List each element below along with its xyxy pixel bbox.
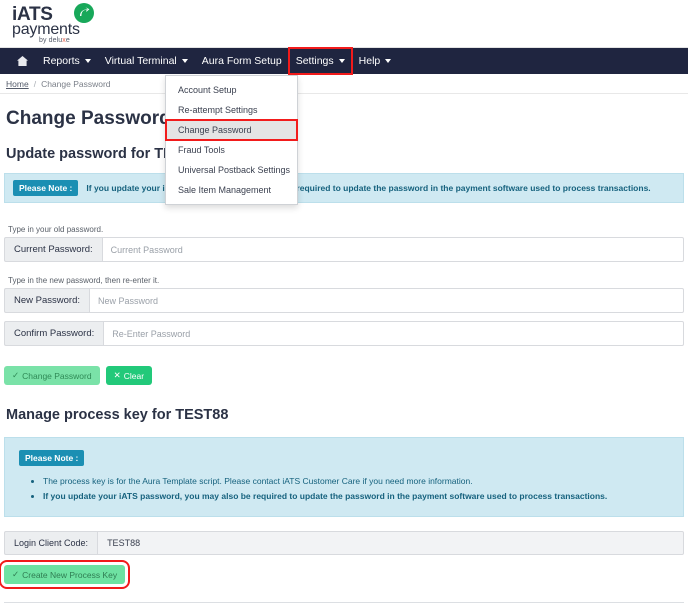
nav-item-settings[interactable]: Settings <box>287 47 353 75</box>
update-password-heading: Update password for TEST88 <box>6 146 208 162</box>
menu-item-fraud-tools[interactable]: Fraud Tools <box>166 140 297 160</box>
label-confirm-password: Confirm Password: <box>4 321 104 346</box>
logo-text-payments: payments <box>12 21 80 38</box>
chevron-down-icon <box>181 59 188 63</box>
field-confirm-password: Confirm Password: Re-Enter Password * <box>4 321 684 346</box>
clear-button-label: Clear <box>123 370 145 381</box>
change-password-form: Type in your old password. Current Passw… <box>0 225 688 346</box>
settings-dropdown-menu: Account Setup Re-attempt Settings Change… <box>165 75 298 205</box>
nav-label-aura-form-setup: Aura Form Setup <box>201 55 282 67</box>
process-key-note-list: The process key is for the Aura Template… <box>15 474 673 504</box>
label-current-password: Current Password: <box>4 237 102 262</box>
breadcrumb-home-link[interactable]: Home <box>6 79 29 89</box>
footer-divider <box>4 602 684 603</box>
logo-deluxe-pre: by delu <box>39 37 63 44</box>
input-confirm-password[interactable]: Re-Enter Password <box>103 321 684 346</box>
label-new-password: New Password: <box>4 288 89 313</box>
nav-item-help[interactable]: Help <box>352 48 399 74</box>
list-item: The process key is for the Aura Template… <box>43 474 673 489</box>
breadcrumb-separator: / <box>33 78 37 89</box>
nav-item-aura-form-setup[interactable]: Aura Form Setup <box>195 48 289 74</box>
menu-item-sale-item-management[interactable]: Sale Item Management <box>166 180 297 200</box>
menu-item-account-setup[interactable]: Account Setup <box>166 80 297 100</box>
iats-logo[interactable]: iATS payments by deluxe <box>12 3 132 45</box>
page-root: iATS payments by deluxe Reports Virtual … <box>0 0 688 611</box>
nav-item-reports[interactable]: Reports <box>36 48 98 74</box>
hint-old-password: Type in your old password. <box>8 225 104 234</box>
nav-item-virtual-terminal[interactable]: Virtual Terminal <box>98 48 195 74</box>
breadcrumb-current: Change Password <box>41 78 111 89</box>
check-icon: ✓ <box>12 569 20 579</box>
logo-arrow-icon <box>74 3 94 23</box>
update-password-note-banner: Please Note : If you update your iATS pa… <box>4 173 684 203</box>
field-new-password: New Password: New Password * <box>4 288 684 313</box>
list-item: If you update your iATS password, you ma… <box>43 489 673 504</box>
process-key-heading: Manage process key for TEST88 <box>6 407 229 423</box>
label-login-client-code: Login Client Code: <box>4 531 98 555</box>
clear-button[interactable]: ✕ Clear <box>105 366 153 385</box>
hint-new-password: Type in the new password, then re-enter … <box>8 276 160 285</box>
main-navbar: Reports Virtual Terminal Aura Form Setup… <box>0 47 688 75</box>
process-key-button-row: ✓ Create New Process Key <box>0 555 688 589</box>
value-login-client-code: TEST88 <box>97 531 684 555</box>
input-new-password[interactable]: New Password <box>89 288 684 313</box>
chevron-down-icon <box>385 59 392 63</box>
menu-item-universal-postback-settings[interactable]: Universal Postback Settings <box>166 160 297 180</box>
form-button-row: ✓ Change Password ✕ Clear <box>0 354 688 385</box>
field-current-password: Current Password: Current Password * <box>4 237 684 262</box>
change-password-button[interactable]: ✓ Change Password <box>4 366 100 385</box>
brand-header: iATS payments by deluxe <box>0 0 688 48</box>
nav-label-reports: Reports <box>43 55 80 67</box>
logo-text-bydeluxe: by deluxe <box>39 37 70 44</box>
chevron-down-icon <box>84 59 91 63</box>
change-password-button-label: Change Password <box>22 370 92 381</box>
nav-label-virtual-terminal: Virtual Terminal <box>104 55 177 67</box>
menu-item-change-password[interactable]: Change Password <box>165 119 298 141</box>
x-icon: ✕ <box>113 370 121 380</box>
login-client-code-row: Login Client Code: TEST88 <box>4 531 684 555</box>
chevron-down-icon <box>338 59 345 63</box>
logo-deluxe-post: e <box>65 37 70 44</box>
create-new-process-key-label: Create New Process Key <box>22 569 118 580</box>
create-new-process-key-button[interactable]: ✓ Create New Process Key <box>0 560 131 589</box>
check-icon: ✓ <box>12 370 20 380</box>
input-current-password[interactable]: Current Password <box>101 237 684 262</box>
breadcrumb: Home / Change Password <box>0 74 688 94</box>
nav-label-settings: Settings <box>295 55 334 67</box>
note-badge: Please Note : <box>13 180 79 196</box>
note-badge: Please Note : <box>19 450 85 466</box>
process-key-note-panel: Please Note : The process key is for the… <box>4 437 684 517</box>
menu-item-re-attempt-settings[interactable]: Re-attempt Settings <box>166 100 297 120</box>
nav-label-help: Help <box>358 55 381 67</box>
home-icon[interactable] <box>8 48 36 74</box>
page-title: Change Password <box>6 108 171 129</box>
